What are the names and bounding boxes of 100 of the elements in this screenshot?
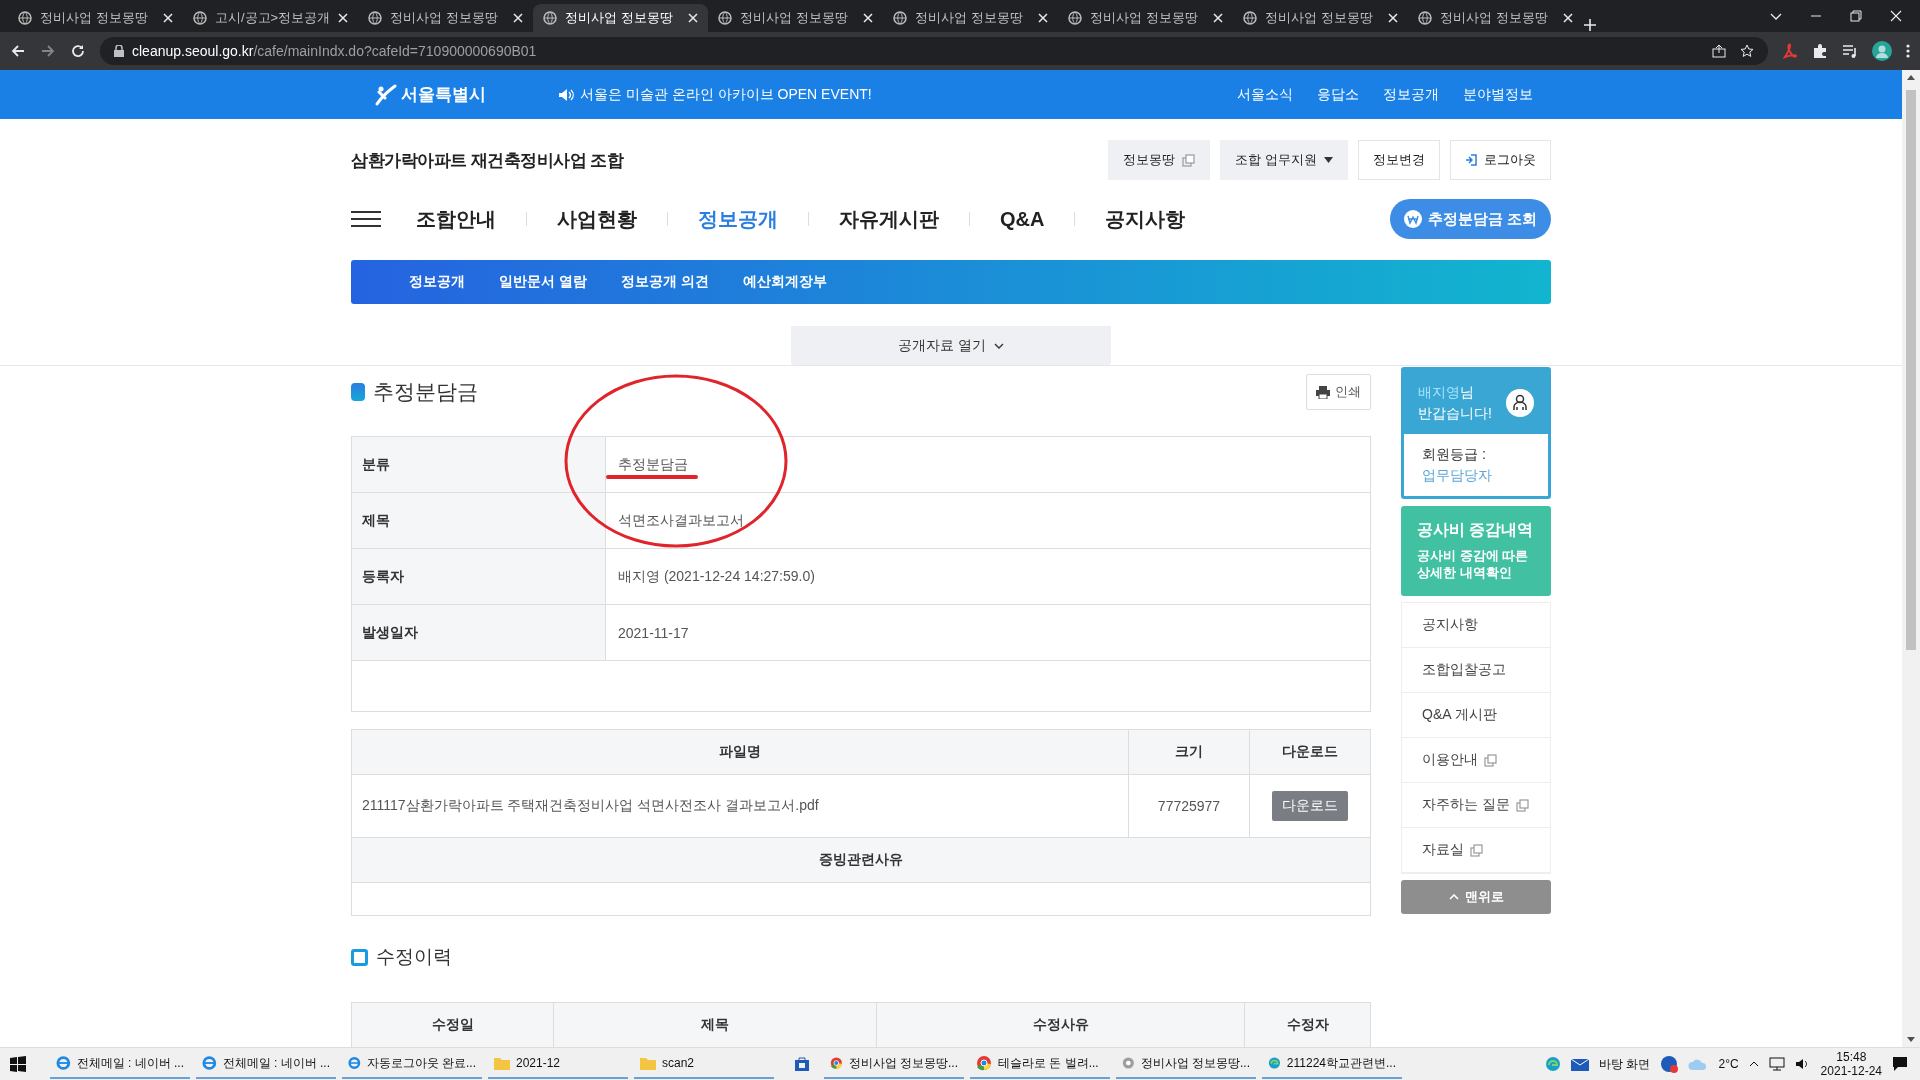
top-link[interactable]: 서울소식 [1237,85,1293,104]
external-link-icon [1470,843,1483,857]
browser-tab[interactable]: 정비사업 정보몽땅 [1233,4,1408,32]
close-icon[interactable] [1213,13,1223,23]
desktop-toolbar[interactable]: 바탕 화면 [1599,1055,1651,1073]
new-tab-icon[interactable] [1583,18,1597,32]
menu-icon[interactable] [351,210,381,228]
header-button[interactable]: 조합 업무지원 [1220,140,1348,180]
more-icon[interactable] [1906,43,1910,59]
download-button[interactable]: 다운로드 [1272,791,1348,821]
forward-icon[interactable] [40,43,56,59]
top-link[interactable]: 정보공개 [1383,85,1439,104]
taskbar-clock[interactable]: 15:48 2021-12-24 [1820,1050,1882,1078]
browser-tab[interactable]: 정비사업 정보몽땅 [8,4,183,32]
close-icon[interactable] [338,13,348,23]
globe-icon [368,11,382,25]
puzzle-icon[interactable] [1812,43,1828,59]
open-data-toggle[interactable]: 공개자료 열기 [791,326,1111,365]
sub-nav-link[interactable]: 일반문서 열람 [499,273,587,291]
taskbar-item[interactable]: 전체메일 : 네이버 ... [50,1049,190,1079]
close-icon[interactable] [1038,13,1048,23]
browser-tab[interactable]: 고시/공고>정보공개 [183,4,358,32]
caret-icon [1324,157,1333,163]
browser-tab[interactable]: 정비사업 정보몽땅 [533,4,708,32]
playlist-icon[interactable] [1842,43,1858,59]
top-link[interactable]: 응답소 [1317,85,1359,104]
taskbar-item[interactable]: 전체메일 : 네이버 ... [196,1049,336,1079]
row-label: 제목 [351,492,606,549]
globe-icon [1068,11,1082,25]
close-icon[interactable] [688,13,698,23]
taskbar-item[interactable]: scan2 [634,1049,774,1079]
person-icon [1506,389,1534,417]
close-icon[interactable] [863,13,873,23]
taskbar-item[interactable]: 211224학교관련변... [1262,1049,1402,1079]
close-icon[interactable] [513,13,523,23]
taskbar-item[interactable]: 테슬라로 돈 벌려... [970,1049,1110,1079]
mail-icon[interactable] [1571,1057,1590,1071]
browser-tab[interactable]: 정비사업 정보몽땅 [708,4,883,32]
browser-tab[interactable]: 정비사업 정보몽땅 [1058,4,1233,32]
scroll-up-icon[interactable] [1907,74,1915,80]
won-icon [1403,210,1422,228]
table-cell: 추정분담금 [605,436,1371,493]
close-icon[interactable] [1890,10,1902,22]
header-button[interactable]: 정보변경 [1358,140,1440,180]
print-button[interactable]: 인쇄 [1306,374,1371,410]
taskbar-item[interactable]: 자동로그아웃 완료... [342,1049,482,1079]
close-icon[interactable] [1388,13,1398,23]
windows-start-icon[interactable] [10,1056,26,1072]
logout-icon [1465,154,1477,166]
nav-tab[interactable]: 정보공개 [683,205,793,233]
sub-nav-link[interactable]: 정보공개 [409,273,465,291]
notification-icon[interactable] [1892,1056,1908,1072]
chevron-up-icon [1448,894,1459,900]
avatar-icon[interactable] [1872,41,1892,61]
share-icon[interactable] [1712,44,1726,58]
nav-tab[interactable]: 조합안내 [401,205,511,233]
nav-tab[interactable]: 공지사항 [1090,205,1201,233]
header-button[interactable]: 정보몽땅 [1108,140,1211,180]
top-link[interactable]: 분야별정보 [1463,85,1533,104]
taskbar-item[interactable]: 정비사업 정보몽땅... [1116,1049,1256,1079]
restore-icon[interactable] [1850,10,1862,22]
column-header: 파일명 [351,729,1129,775]
back-icon[interactable] [10,43,26,59]
pdf-icon[interactable] [1782,43,1798,59]
sub-nav-link[interactable]: 예산회계장부 [742,273,827,291]
notice-link[interactable]: 서울은 미술관 온라인 아카이브 OPEN EVENT! [580,85,872,104]
close-icon[interactable] [163,13,173,23]
chevron-down-icon [993,342,1004,349]
address-field[interactable]: cleanup.seoul.go.kr/cafe/mainIndx.do?cafeId=710900000690B01 [100,37,1768,65]
browser-tab[interactable]: 정비사업 정보몽땅 [883,4,1058,32]
sidebar-link[interactable]: 자료실 [1402,828,1550,873]
sidebar-link[interactable]: 이용안내 [1402,738,1550,783]
globe-icon [193,11,207,25]
network-icon[interactable] [1768,1057,1785,1071]
sidebar-link[interactable]: 자주하는 질문 [1402,783,1550,828]
column-header: 크기 [1128,729,1250,775]
sidebar-link[interactable]: Q&A 게시판 [1402,693,1550,738]
nav-tab[interactable]: 자유게시판 [824,205,954,233]
store-icon[interactable] [794,1056,810,1072]
browser-tab[interactable]: 정비사업 정보몽땅 [358,4,533,32]
nav-tab[interactable]: 사업현황 [542,205,652,233]
sidebar-link[interactable]: 조합입찰공고 [1402,648,1550,693]
taskbar-item[interactable]: 2021-12 [488,1049,628,1079]
row-label: 등록자 [351,548,606,605]
globe-icon [18,11,32,25]
site-logo[interactable]: 서울특별시 [373,83,486,106]
tray-chevron-icon[interactable] [1748,1061,1759,1067]
star-icon[interactable] [1740,44,1754,58]
sidebar-link[interactable]: 공지사항 [1402,603,1550,648]
weather-text[interactable]: 2°C [1718,1057,1739,1071]
taskbar-item[interactable]: 정비사업 정보몽땅... [824,1049,964,1079]
close-icon[interactable] [1563,13,1573,23]
reload-icon[interactable] [70,43,86,59]
scrollbar[interactable] [1902,70,1920,1048]
nav-tab[interactable]: Q&A [985,207,1060,231]
header-button[interactable]: 로그아웃 [1450,140,1551,180]
scroll-down-icon[interactable] [1907,1037,1915,1044]
sub-nav-link[interactable]: 정보공개 의견 [620,273,709,291]
browser-tab[interactable]: 정비사업 정보몽땅 [1408,4,1583,32]
globe-icon [893,11,907,25]
